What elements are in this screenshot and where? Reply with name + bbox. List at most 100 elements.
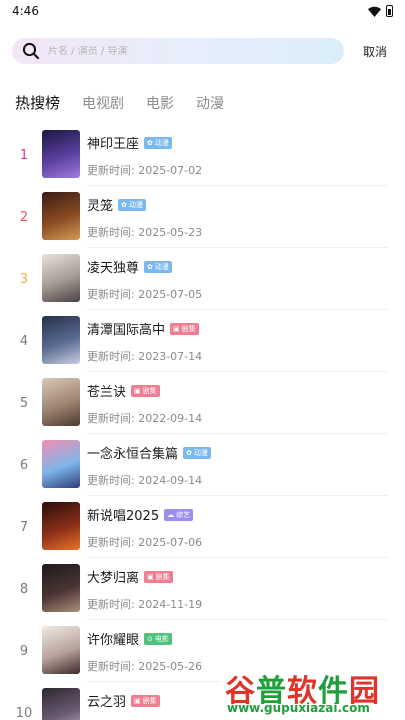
rank-number: 1	[19, 148, 29, 163]
anime-badge-icon: ✿	[147, 262, 153, 271]
rank-number: 5	[19, 396, 29, 411]
item-title[interactable]: 大梦归离	[87, 567, 139, 586]
badge-label: 剧集	[155, 572, 170, 581]
poster-thumbnail[interactable]	[42, 502, 80, 550]
rank-number: 7	[19, 520, 29, 535]
poster-thumbnail[interactable]	[42, 316, 80, 364]
category-badge: ▣ 剧集	[131, 694, 160, 707]
rank-number: 2	[19, 210, 29, 225]
poster-thumbnail[interactable]	[42, 440, 80, 488]
item-title[interactable]: 清潭国际高中	[87, 319, 165, 338]
poster-thumbnail[interactable]	[42, 130, 80, 178]
watermark-url: www.gupuxiazai.com	[227, 701, 370, 715]
rank-list-item[interactable]: 8 大梦归离 ▣ 剧集更新时间: 2024-11-19	[0, 558, 405, 620]
anime-badge-icon: ✿	[186, 448, 192, 457]
category-badge: ▣ 剧集	[131, 384, 160, 397]
rank-list-item[interactable]: 7 新说唱2025 ☁ 综艺更新时间: 2025-07-06	[0, 496, 405, 558]
poster-thumbnail[interactable]	[42, 626, 80, 674]
drama-badge-icon: ▣	[147, 572, 154, 581]
category-tabs: 热搜榜 电视剧 电影 动漫	[15, 92, 246, 113]
update-time: 更新时间: 2025-07-06	[87, 536, 203, 549]
update-time: 更新时间: 2025-07-05	[87, 288, 203, 301]
title-line: 大梦归离 ▣ 剧集	[87, 567, 173, 586]
category-badge: ⊙ 电影	[144, 632, 172, 645]
update-time: 更新时间: 2023-07-14	[87, 350, 203, 363]
title-line: 苍兰诀 ▣ 剧集	[87, 381, 160, 400]
rank-number: 8	[19, 582, 29, 597]
drama-badge-icon: ▣	[173, 324, 180, 333]
poster-thumbnail[interactable]	[42, 192, 80, 240]
status-time: 4:46	[12, 4, 39, 18]
wifi-icon	[368, 6, 381, 17]
title-line: 凌天独尊 ✿ 动漫	[87, 257, 172, 276]
status-bar: 4:46	[0, 0, 405, 22]
search-icon	[22, 42, 40, 60]
badge-label: 电影	[154, 634, 169, 643]
update-time: 更新时间: 2022-09-14	[87, 412, 203, 425]
badge-label: 动漫	[154, 138, 169, 147]
cancel-button[interactable]: 取消	[363, 43, 393, 60]
badge-label: 动漫	[154, 262, 169, 271]
badge-label: 剧集	[142, 696, 157, 705]
item-title[interactable]: 一念永恒合集篇	[87, 443, 178, 462]
battery-icon	[386, 5, 393, 17]
rank-list-item[interactable]: 6 一念永恒合集篇 ✿ 动漫更新时间: 2024-09-14	[0, 434, 405, 496]
anime-badge-icon: ✿	[121, 200, 127, 209]
badge-label: 动漫	[128, 200, 143, 209]
badge-label: 综艺	[176, 510, 191, 519]
rank-number: 9	[19, 644, 29, 659]
category-badge: ✿ 动漫	[144, 260, 172, 273]
item-title[interactable]: 许你耀眼	[87, 629, 139, 648]
tab-tv-series[interactable]: 电视剧	[82, 93, 124, 113]
rank-list: 1 神印王座 ✿ 动漫 更新时间: 2025-07-02 2 灵笼 ✿ 动漫 更新时间: 2025…	[0, 124, 405, 720]
tab-anime[interactable]: 动漫	[196, 93, 224, 113]
item-title[interactable]: 凌天独尊	[87, 257, 139, 276]
update-time: 更新时间: 2024-11-19	[87, 598, 203, 611]
title-line: 清潭国际高中 ▣ 剧集	[87, 319, 199, 338]
badge-label: 剧集	[142, 386, 157, 395]
rank-list-item[interactable]: 5 苍兰诀 ▣ 剧集更新时间: 2022-09-14	[0, 372, 405, 434]
variety-badge-icon: ☁	[167, 510, 175, 519]
item-title[interactable]: 新说唱2025	[87, 505, 159, 524]
rank-number: 10	[15, 706, 33, 720]
title-line: 许你耀眼 ⊙ 电影	[87, 629, 172, 648]
tab-movies[interactable]: 电影	[146, 93, 174, 113]
search-box[interactable]	[12, 38, 344, 64]
badge-label: 剧集	[181, 324, 196, 333]
tab-hot-search[interactable]: 热搜榜	[15, 92, 60, 113]
rank-list-item[interactable]: 3 凌天独尊 ✿ 动漫更新时间: 2025-07-05	[0, 248, 405, 310]
update-time: 更新时间: 2025-05-23	[87, 226, 203, 239]
poster-thumbnail[interactable]	[42, 254, 80, 302]
item-title[interactable]: 苍兰诀	[87, 381, 126, 400]
rank-list-item[interactable]: 1 神印王座 ✿ 动漫 更新时间: 2025-07-02	[0, 124, 405, 186]
rank-list-item[interactable]: 2 灵笼 ✿ 动漫更新时间: 2025-05-23	[0, 186, 405, 248]
drama-badge-icon: ▣	[134, 696, 141, 705]
poster-thumbnail[interactable]	[42, 564, 80, 612]
rank-number: 3	[19, 272, 29, 287]
search-input[interactable]	[48, 45, 308, 57]
poster-thumbnail[interactable]	[42, 688, 80, 720]
title-line: 神印王座 ✿ 动漫	[87, 133, 172, 152]
item-title[interactable]: 神印王座	[87, 133, 139, 152]
badge-label: 动漫	[193, 448, 208, 457]
rank-number: 4	[19, 334, 29, 349]
watermark: 谷普软件园 www.gupuxiazai.com	[221, 664, 403, 718]
item-title[interactable]: 云之羽	[87, 691, 126, 710]
search-row: 取消	[12, 38, 393, 64]
movie-badge-icon: ⊙	[147, 634, 153, 643]
status-icons	[368, 5, 393, 17]
anime-badge-icon: ✿	[147, 138, 153, 147]
update-time: 更新时间: 2025-05-26	[87, 660, 203, 673]
poster-thumbnail[interactable]	[42, 378, 80, 426]
item-title[interactable]: 灵笼	[87, 195, 113, 214]
title-line: 云之羽 ▣ 剧集	[87, 691, 160, 710]
rank-number: 6	[19, 458, 29, 473]
category-badge: ☁ 综艺	[164, 508, 194, 521]
update-time: 更新时间: 2024-09-14	[87, 474, 203, 487]
category-badge: ✿ 动漫	[118, 198, 146, 211]
drama-badge-icon: ▣	[134, 386, 141, 395]
category-badge: ✿ 动漫	[144, 136, 172, 149]
rank-list-item[interactable]: 4 清潭国际高中 ▣ 剧集更新时间: 2023-07-14	[0, 310, 405, 372]
category-badge: ▣ 剧集	[170, 322, 199, 335]
category-badge: ▣ 剧集	[144, 570, 173, 583]
